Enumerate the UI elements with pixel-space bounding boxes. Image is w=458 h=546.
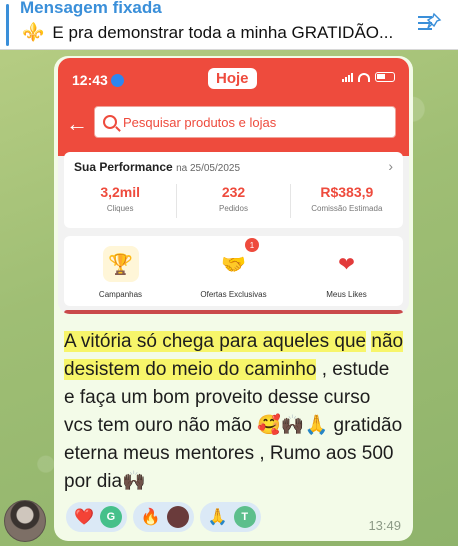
stat-value: 232 (221, 184, 246, 200)
location-icon (110, 74, 124, 87)
fleur-de-lis-icon: ⚜️ (22, 22, 45, 42)
status-time-text: 12:43 (72, 72, 108, 88)
menu-item-campanhas[interactable]: 🏆 Campanhas (64, 236, 177, 306)
message-time: 13:49 (368, 518, 401, 533)
pinned-preview: ⚜️ E pra demonstrar toda a minha GRATIDÃ… (22, 22, 393, 43)
message-text: A vitória só chega para aqueles que não … (64, 328, 404, 496)
shortcut-menu: 🏆 Campanhas 🤝 1 Ofertas Exclusivas ❤ Meu… (64, 236, 403, 306)
reaction-pray[interactable]: 🙏 T (199, 502, 261, 532)
app-header: 12:43 Hoje ← Pesquisar produtos e lojas (58, 58, 409, 156)
pinned-title: Mensagem fixada (20, 0, 162, 17)
reactions-row: ❤️ G 🔥 🙏 T (66, 502, 261, 532)
performance-title: Sua Performance na 25/05/2025 (74, 160, 240, 174)
menu-label: Ofertas Exclusivas (200, 290, 267, 299)
stat-label: Pedidos (219, 204, 248, 213)
avatar (166, 506, 189, 528)
battery-icon (375, 72, 395, 82)
fire-icon: 🔥 (140, 509, 161, 526)
pinned-preview-text: E pra demonstrar toda a minha GRATIDÃO..… (52, 22, 394, 42)
menu-item-ofertas[interactable]: 🤝 1 Ofertas Exclusivas (177, 236, 290, 306)
pinned-list-icon[interactable] (416, 12, 442, 34)
stat-orders: 232 Pedidos (177, 184, 291, 218)
performance-date: na 25/05/2025 (176, 163, 241, 174)
praying-hands-icon: 🙏 (207, 509, 228, 526)
stat-label: Cliques (106, 204, 134, 213)
message-emojis: 🙌🏿 (122, 471, 146, 492)
stat-label: Comissão Estimada (311, 204, 383, 213)
today-badge: Hoje (208, 68, 257, 89)
avatar: T (233, 506, 256, 528)
wifi-icon (358, 72, 370, 82)
avatar: G (99, 506, 122, 528)
performance-card[interactable]: Sua Performance na 25/05/2025 › 3,2mil C… (64, 152, 403, 228)
reaction-heart[interactable]: ❤️ G (66, 502, 127, 532)
chevron-right-icon[interactable]: › (388, 158, 393, 174)
highlighted-text: A vitória só chega para aqueles que (64, 331, 367, 352)
signal-icon (342, 72, 353, 82)
message-emojis: 🥰🙌🏿🙏 (257, 415, 329, 436)
search-placeholder: Pesquisar produtos e lojas (123, 114, 277, 130)
pinned-message-bar[interactable]: Mensagem fixada ⚜️ E pra demonstrar toda… (0, 0, 458, 50)
performance-stats: 3,2mil Cliques 232 Pedidos R$383,9 Comis… (64, 184, 403, 218)
pinned-indicator (6, 4, 9, 46)
reaction-fire[interactable]: 🔥 (132, 502, 194, 532)
search-input[interactable]: Pesquisar produtos e lojas (94, 106, 396, 138)
handshake-icon: 🤝 (215, 246, 252, 282)
stat-commission: R$383,9 Comissão Estimada (291, 184, 403, 218)
back-arrow-icon[interactable]: ← (66, 113, 88, 135)
menu-item-likes[interactable]: ❤ Meus Likes (290, 236, 403, 306)
performance-title-text: Sua Performance (74, 160, 173, 174)
stat-value: 3,2mil (100, 184, 141, 200)
status-time: 12:43 (72, 72, 124, 88)
attached-screenshot[interactable]: 12:43 Hoje ← Pesquisar produtos e lojas … (58, 58, 409, 314)
screenshot-cutoff (64, 310, 403, 314)
heart-icon: ❤ (328, 246, 365, 282)
notification-badge: 1 (245, 238, 259, 252)
stat-value: R$383,9 (320, 184, 374, 200)
heart-icon: ❤️ (74, 509, 94, 526)
search-icon (103, 115, 117, 129)
menu-label: Campanhas (98, 290, 143, 299)
stat-clicks: 3,2mil Cliques (64, 184, 178, 218)
trophy-icon: 🏆 (102, 246, 139, 282)
message-bubble[interactable]: 12:43 Hoje ← Pesquisar produtos e lojas … (54, 56, 413, 541)
sender-avatar[interactable] (4, 500, 46, 542)
menu-label: Meus Likes (326, 290, 367, 299)
status-icons (342, 72, 395, 82)
